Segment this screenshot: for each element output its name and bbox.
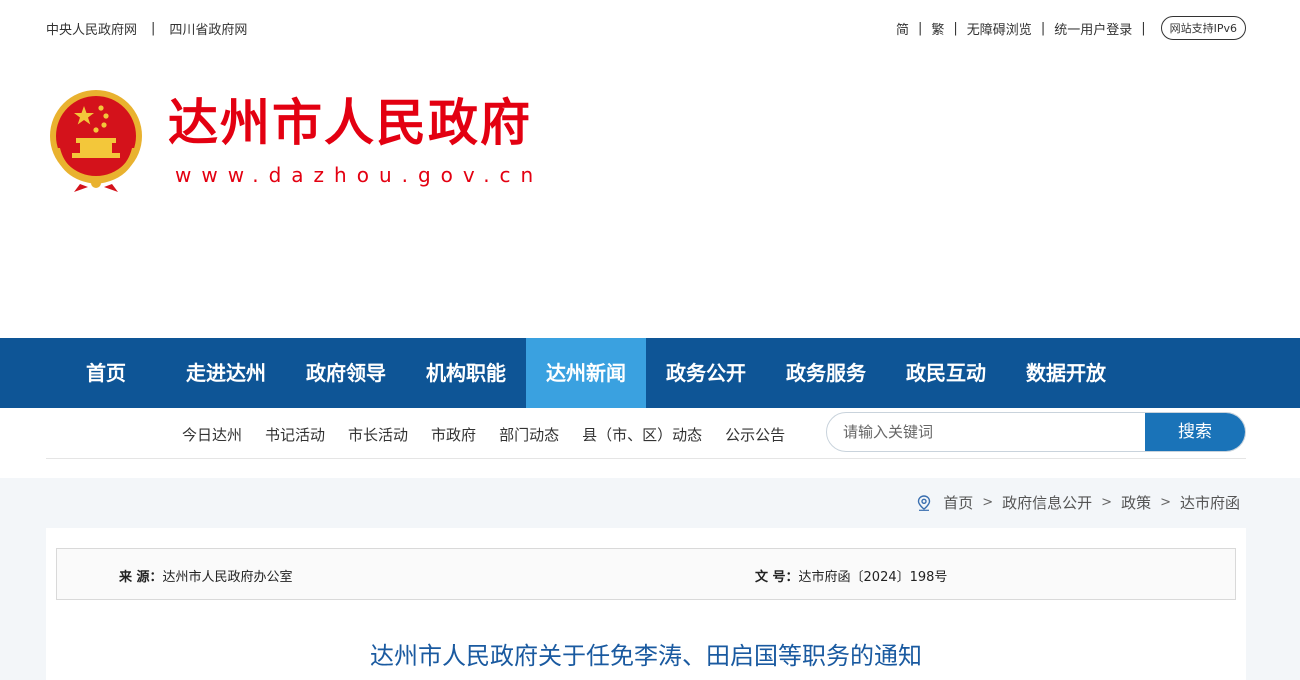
subnav-item-mayor[interactable]: 市长活动 — [348, 424, 408, 445]
divider — [46, 458, 1246, 459]
subnav-item-secretary[interactable]: 书记活动 — [265, 424, 325, 445]
breadcrumb: 首页 > 政府信息公开 > 政策 > 达市府函 — [917, 492, 1240, 513]
nav-item-home[interactable]: 首页 — [46, 338, 166, 408]
subnav-item-today[interactable]: 今日达州 — [182, 424, 242, 445]
utility-links: 简 | 繁 | 无障碍浏览 | 统一用户登录 | 网站支持IPv6 — [896, 16, 1246, 40]
breadcrumb-policy[interactable]: 政策 — [1121, 492, 1151, 513]
nav-item-functions[interactable]: 机构职能 — [406, 338, 526, 408]
site-title: 达州市人民政府 — [168, 94, 532, 152]
link-separator: | — [151, 21, 156, 36]
source-label: 来 源： — [119, 570, 163, 585]
accessibility-link[interactable]: 无障碍浏览 — [967, 19, 1032, 38]
site-url: www.dazhou.gov.cn — [175, 163, 544, 187]
simplified-chinese-link[interactable]: 简 — [896, 19, 909, 38]
subnav-item-counties[interactable]: 县（市、区）动态 — [582, 424, 702, 445]
link-sichuan-gov[interactable]: 四川省政府网 — [169, 19, 247, 38]
nav-item-about[interactable]: 走进达州 — [166, 338, 286, 408]
nav-item-gov-affairs[interactable]: 政务公开 — [646, 338, 766, 408]
national-emblem-icon — [50, 90, 142, 192]
breadcrumb-separator: > — [1160, 495, 1171, 510]
link-separator: | — [953, 20, 958, 36]
search-box: 搜索 — [826, 412, 1246, 452]
nav-item-leaders[interactable]: 政府领导 — [286, 338, 406, 408]
source-value: 达州市人民政府办公室 — [162, 570, 293, 585]
nav-item-services[interactable]: 政务服务 — [766, 338, 886, 408]
unified-login-link[interactable]: 统一用户登录 — [1054, 19, 1132, 38]
nav-item-interaction[interactable]: 政民互动 — [886, 338, 1006, 408]
breadcrumb-separator: > — [1101, 495, 1113, 510]
article-doc-number: 文 号：达市府函〔2024〕198号 — [755, 566, 947, 585]
nav-item-news[interactable]: 达州新闻 — [526, 338, 646, 408]
article-title: 达州市人民政府关于任免李涛、田启国等职务的通知 — [370, 642, 922, 670]
subnav-item-city-gov[interactable]: 市政府 — [431, 424, 476, 445]
article-source: 来 源：达州市人民政府办公室 — [119, 566, 293, 585]
search-button[interactable]: 搜索 — [1145, 413, 1245, 451]
article-meta-box: 来 源：达州市人民政府办公室 文 号：达市府函〔2024〕198号 — [56, 548, 1236, 600]
link-central-gov[interactable]: 中央人民政府网 — [46, 19, 137, 38]
sub-nav: 今日达州 书记活动 市长活动 市政府 部门动态 县（市、区）动态 公示公告 搜索 — [0, 408, 1300, 460]
link-separator: | — [918, 20, 923, 36]
docno-label: 文 号： — [755, 570, 799, 585]
sub-nav-items: 今日达州 书记活动 市长活动 市政府 部门动态 县（市、区）动态 公示公告 — [182, 408, 808, 460]
search-input[interactable] — [827, 413, 1159, 451]
breadcrumb-current[interactable]: 达市府函 — [1180, 492, 1240, 513]
subnav-item-departments[interactable]: 部门动态 — [499, 424, 559, 445]
breadcrumb-separator: > — [982, 495, 994, 510]
breadcrumb-info-disclosure[interactable]: 政府信息公开 — [1002, 492, 1092, 513]
traditional-chinese-link[interactable]: 繁 — [931, 19, 944, 38]
top-utility-bar: 中央人民政府网 | 四川省政府网 简 | 繁 | 无障碍浏览 | 统一用户登录 … — [0, 0, 1300, 56]
main-nav: 首页 走进达州 政府领导 机构职能 达州新闻 政务公开 政务服务 政民互动 数据… — [0, 338, 1300, 408]
external-links: 中央人民政府网 | 四川省政府网 — [46, 19, 247, 38]
ipv6-badge: 网站支持IPv6 — [1160, 16, 1246, 40]
docno-value: 达市府函〔2024〕198号 — [798, 570, 948, 585]
location-pin-icon — [918, 494, 931, 511]
subnav-item-notices[interactable]: 公示公告 — [725, 424, 785, 445]
nav-item-open-data[interactable]: 数据开放 — [1006, 338, 1126, 408]
link-separator: | — [1040, 20, 1046, 36]
link-separator: | — [1141, 20, 1146, 36]
article-card: 来 源：达州市人民政府办公室 文 号：达市府函〔2024〕198号 达州市人民政… — [46, 528, 1246, 680]
breadcrumb-home[interactable]: 首页 — [943, 492, 973, 513]
